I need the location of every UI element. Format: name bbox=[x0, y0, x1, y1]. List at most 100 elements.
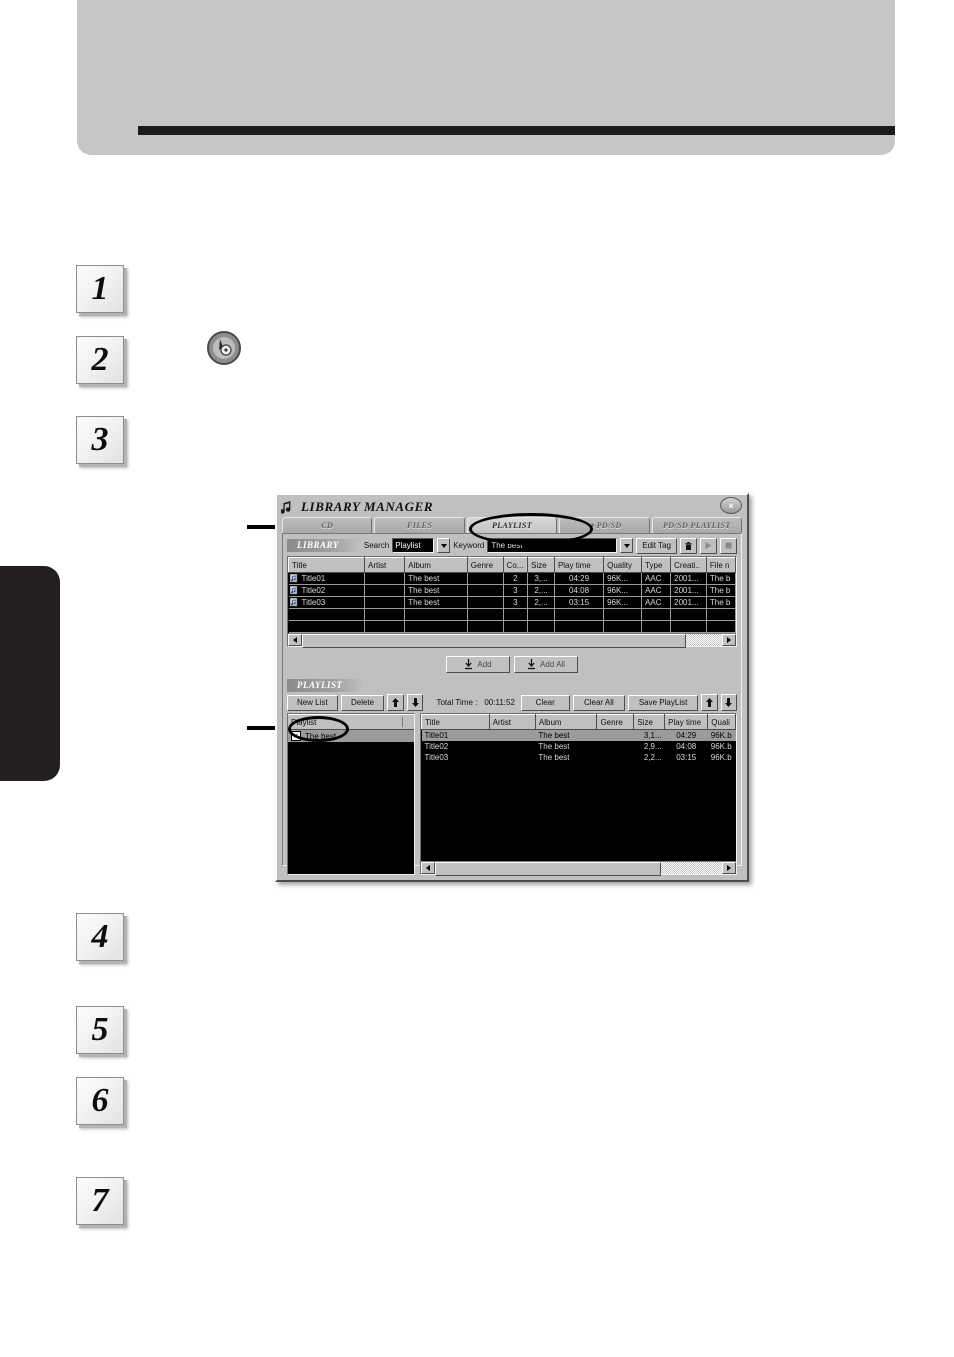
col-playtime[interactable]: Play time bbox=[553, 557, 605, 573]
column-resize-handle[interactable] bbox=[402, 717, 411, 727]
cell-size: 2,... bbox=[527, 584, 555, 597]
playlist-toolbar: New List Delete Total Time : 00:11:52 Cl… bbox=[287, 694, 738, 711]
col-genre[interactable]: Genre bbox=[466, 557, 504, 573]
col-type[interactable]: Type bbox=[641, 557, 672, 573]
search-chevron-down-icon[interactable] bbox=[437, 538, 451, 553]
library-table: Title Artist Album Genre Co... Size Play… bbox=[288, 557, 737, 633]
move-up-icon[interactable] bbox=[387, 694, 404, 711]
table-row[interactable]: Title03 The best 2,2... 03:15 96K.b bbox=[421, 752, 736, 763]
table-row[interactable]: Title01 The best 2 3,... 04:29 96K... AA… bbox=[288, 572, 737, 585]
move-down-icon[interactable] bbox=[406, 694, 424, 711]
cell-album: The best bbox=[535, 752, 597, 763]
col-quality[interactable]: Quality bbox=[603, 557, 643, 573]
table-row[interactable]: Title03 The best 3 2,... 03:15 96K... AA… bbox=[288, 596, 737, 609]
keyword-chevron-down-icon[interactable] bbox=[620, 538, 634, 553]
clear-button[interactable]: Clear bbox=[520, 694, 570, 711]
col-artist[interactable]: Artist bbox=[363, 557, 406, 573]
cell-genre bbox=[467, 596, 504, 609]
stop-icon[interactable] bbox=[720, 537, 737, 554]
list-item[interactable]: ✓ The best bbox=[288, 730, 414, 742]
playlist-move-up-icon[interactable] bbox=[701, 694, 718, 711]
library-banner: LIBRARY bbox=[287, 539, 361, 552]
cell-filename: The b bbox=[706, 596, 737, 609]
cell-empty bbox=[527, 620, 555, 633]
table-row[interactable] bbox=[288, 620, 737, 633]
cell-size: 3,... bbox=[527, 572, 555, 585]
cell-genre bbox=[596, 752, 634, 763]
tab-pd-sd-playlist[interactable]: PD/SD PLAYLIST bbox=[651, 517, 743, 533]
scroll-track[interactable] bbox=[435, 862, 722, 876]
scroll-left-icon[interactable] bbox=[421, 862, 435, 874]
playlist-tracks-empty-area bbox=[421, 763, 736, 861]
cell-title: Title01 bbox=[288, 572, 365, 585]
cell-type: AAC bbox=[641, 584, 672, 597]
transfer-buttons: Add Add All bbox=[287, 656, 737, 673]
library-manager-window: LIBRARY MANAGER × CD FILES PLAYLIST ⇒ PD… bbox=[275, 493, 749, 882]
delete-button[interactable]: Delete bbox=[340, 694, 385, 711]
playlist-move-down-icon[interactable] bbox=[720, 694, 738, 711]
table-row[interactable]: Title01 The best 3,1... 04:29 96K.b bbox=[421, 729, 736, 741]
scroll-track[interactable] bbox=[302, 634, 722, 648]
cell-empty bbox=[706, 608, 737, 621]
tab-cd[interactable]: CD bbox=[282, 517, 373, 533]
library-horizontal-scrollbar[interactable] bbox=[288, 633, 736, 648]
cell-playtime: 04:08 bbox=[664, 741, 708, 752]
col-filename[interactable]: File n bbox=[705, 557, 737, 573]
playlist-checkbox[interactable]: ✓ bbox=[291, 731, 301, 741]
pl-col-album[interactable]: Album bbox=[534, 714, 598, 730]
trash-icon[interactable] bbox=[680, 537, 697, 554]
scroll-left-icon[interactable] bbox=[288, 634, 302, 646]
tab-playlist[interactable]: PLAYLIST bbox=[466, 517, 558, 533]
cell-playtime: 04:29 bbox=[664, 729, 708, 741]
pl-col-quality[interactable]: Quali bbox=[707, 714, 736, 730]
tab-strip: CD FILES PLAYLIST ⇒ PD/SD PD/SD PLAYLIST bbox=[282, 517, 743, 533]
pl-col-artist[interactable]: Artist bbox=[488, 714, 536, 730]
tab-files[interactable]: FILES bbox=[374, 517, 465, 533]
play-icon[interactable] bbox=[700, 537, 717, 554]
save-playlist-button[interactable]: Save PlayList bbox=[628, 694, 699, 711]
scroll-thumb[interactable] bbox=[435, 862, 661, 876]
scroll-right-icon[interactable] bbox=[722, 862, 736, 874]
table-row[interactable]: Title02 The best 2,9... 04:08 96K.b bbox=[421, 741, 736, 752]
music-note-icon bbox=[281, 500, 291, 514]
scroll-thumb[interactable] bbox=[302, 634, 687, 648]
add-button-label: Add bbox=[477, 660, 492, 669]
cell-genre bbox=[467, 584, 504, 597]
pl-col-genre[interactable]: Genre bbox=[596, 714, 635, 730]
step-label: 7 bbox=[91, 1182, 109, 1219]
cell-empty bbox=[364, 608, 406, 621]
tab-pd-sd[interactable]: ⇒ PD/SD bbox=[559, 517, 650, 533]
keyword-input[interactable]: The best bbox=[487, 538, 618, 553]
cell-empty bbox=[554, 620, 605, 633]
new-list-button[interactable]: New List bbox=[287, 694, 338, 711]
search-select-value[interactable]: Playlist bbox=[392, 538, 435, 553]
audio-file-icon bbox=[289, 574, 297, 583]
add-button[interactable]: Add bbox=[446, 656, 510, 673]
col-size[interactable]: Size bbox=[527, 557, 555, 573]
table-row[interactable]: Title02 The best 3 2,... 04:08 96K... AA… bbox=[288, 584, 737, 597]
total-time-value: 00:11:52 bbox=[484, 698, 515, 707]
step-number-4: 4 bbox=[76, 913, 124, 961]
edit-tag-button[interactable]: Edit Tag bbox=[636, 537, 677, 554]
table-row[interactable] bbox=[288, 608, 737, 621]
pl-col-playtime[interactable]: Play time bbox=[664, 714, 709, 730]
playlist-banner: PLAYLIST bbox=[287, 679, 365, 692]
pl-col-title[interactable]: Title bbox=[421, 714, 490, 730]
cell-size: 2,... bbox=[527, 596, 555, 609]
step-number-1: 1 bbox=[76, 265, 124, 313]
cell-quality: 96K... bbox=[603, 572, 643, 585]
col-title[interactable]: Title bbox=[288, 557, 365, 573]
col-count[interactable]: Co... bbox=[502, 557, 529, 573]
close-icon[interactable]: × bbox=[720, 497, 742, 514]
cell-created: 2001... bbox=[670, 572, 707, 585]
col-album[interactable]: Album bbox=[404, 557, 468, 573]
pl-col-size[interactable]: Size bbox=[633, 714, 666, 730]
cd-drive-icon bbox=[207, 331, 241, 365]
playlist-horizontal-scrollbar[interactable] bbox=[421, 861, 736, 876]
clear-all-button[interactable]: Clear All bbox=[572, 694, 626, 711]
col-created[interactable]: Creati.. bbox=[670, 557, 707, 573]
cell-playtime: 04:29 bbox=[554, 572, 605, 585]
scroll-right-icon[interactable] bbox=[722, 634, 736, 646]
cell-empty bbox=[364, 620, 406, 633]
add-all-button[interactable]: Add All bbox=[514, 656, 578, 673]
